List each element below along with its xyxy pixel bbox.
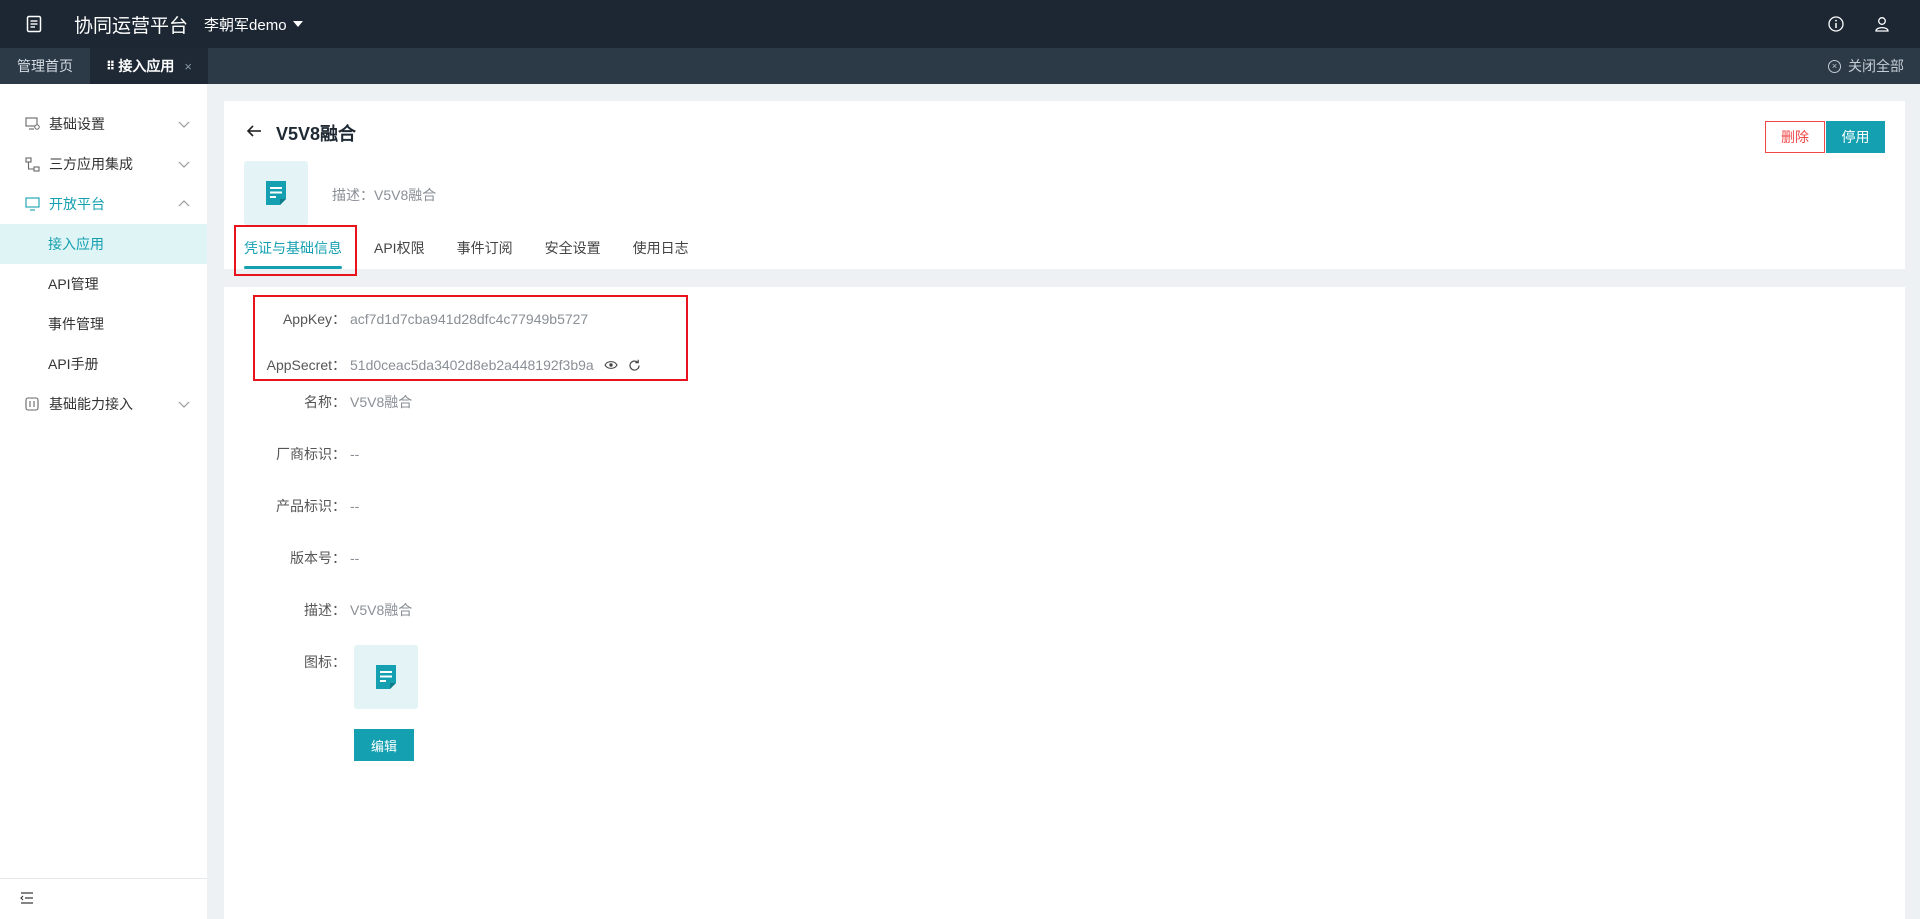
document-icon [266, 181, 286, 205]
caret-down-icon [292, 21, 303, 27]
disable-button[interactable]: 停用 [1826, 121, 1885, 153]
field-label: 名称： [304, 394, 346, 410]
close-all-tabs-button[interactable]: × 关闭全部 [1828, 48, 1904, 84]
chevron-down-icon [177, 397, 191, 411]
sidebar-group-label: 基础能力接入 [49, 396, 133, 412]
tab-access-app[interactable]: ⠿ 接入应用 × [90, 48, 208, 84]
platform-title: 协同运营平台 [74, 15, 189, 37]
menu-fold-icon [20, 891, 34, 907]
delete-button[interactable]: 删除 [1765, 121, 1825, 153]
version-value: -- [350, 550, 360, 566]
credentials-panel: AppKey： acf7d1d7cba941d28dfc4c77949b5727… [224, 287, 1905, 919]
sidebar-group-label: 三方应用集成 [49, 156, 133, 172]
back-arrow-icon[interactable] [244, 121, 264, 141]
tab-home[interactable]: 管理首页 [0, 48, 90, 84]
app-header-card: V5V8融合 删除 停用 描述：V5V8融合 凭证与基础信息 API权限 事件订… [224, 101, 1905, 269]
tab-usage-log[interactable]: 使用日志 [633, 237, 689, 269]
document-logo-icon[interactable] [24, 14, 44, 34]
field-label: 产品标识： [276, 498, 346, 514]
sidebar-item-access-app[interactable]: 接入应用 [0, 224, 207, 264]
sidebar-item-api-manual[interactable]: API手册 [0, 344, 207, 384]
tenant-switcher[interactable]: 李朝军demo [204, 14, 303, 35]
description-row: 描述： V5V8融合 [224, 600, 412, 620]
sidebar-item-api-manage[interactable]: API管理 [0, 264, 207, 304]
field-label: 图标： [304, 654, 346, 670]
sidebar-group-label: 基础设置 [49, 116, 105, 132]
name-value: V5V8融合 [350, 394, 413, 410]
sidebar-group-open-platform[interactable]: 开放平台 [0, 184, 207, 224]
collapse-sidebar-button[interactable] [0, 878, 207, 919]
page-title: V5V8融合 [276, 124, 357, 144]
vendor-value: -- [350, 446, 360, 462]
app-icon [244, 161, 308, 225]
field-label: 描述： [304, 602, 346, 618]
app-description: 描述：V5V8融合 [332, 185, 436, 205]
chevron-down-icon [177, 157, 191, 171]
sidebar-group-label: 开放平台 [49, 196, 105, 212]
chevron-down-icon [177, 117, 191, 131]
info-icon[interactable] [1826, 14, 1846, 34]
tab-label: 接入应用 [118, 58, 175, 74]
product-row: 产品标识： -- [224, 496, 359, 516]
chip-icon [24, 396, 40, 412]
sidebar-group-basic-capability[interactable]: 基础能力接入 [0, 384, 207, 424]
tab-security-settings[interactable]: 安全设置 [545, 237, 601, 269]
close-tab-icon[interactable]: × [184, 59, 192, 74]
field-label: 厂商标识： [276, 446, 346, 462]
highlight-box-tab [234, 225, 357, 276]
sidebar-group-basic-settings[interactable]: 基础设置 [0, 104, 207, 144]
description-label: 描述： [332, 187, 374, 203]
tab-label: 管理首页 [17, 58, 73, 74]
chevron-up-icon [177, 197, 191, 211]
tab-api-permissions[interactable]: API权限 [374, 237, 425, 269]
top-header: 协同运营平台 李朝军demo [0, 0, 1920, 48]
sidebar: 基础设置 三方应用集成 开放平台 接入应用 API管理 事件管理 API手册 基… [0, 84, 207, 919]
field-label: 版本号： [290, 550, 346, 566]
monitor-settings-icon [24, 116, 40, 132]
tab-event-subscription[interactable]: 事件订阅 [457, 237, 513, 269]
vendor-row: 厂商标识： -- [224, 444, 359, 464]
close-all-label: 关闭全部 [1848, 58, 1904, 74]
screen-icon [24, 196, 40, 212]
page-tabs-bar: 管理首页 ⠿ 接入应用 × × 关闭全部 [0, 48, 1920, 84]
document-icon [376, 665, 396, 689]
app-icon-preview [354, 645, 418, 709]
icon-row: 图标： [224, 652, 346, 672]
highlight-box-credentials [253, 295, 688, 381]
sidebar-item-event-manage[interactable]: 事件管理 [0, 304, 207, 344]
version-row: 版本号： -- [224, 548, 359, 568]
close-circle-icon: × [1828, 59, 1841, 73]
sidebar-group-third-party[interactable]: 三方应用集成 [0, 144, 207, 184]
name-row: 名称： V5V8融合 [224, 392, 412, 412]
tenant-name: 李朝军demo [204, 16, 287, 34]
user-icon[interactable] [1872, 14, 1892, 34]
grip-icon: ⠿ [106, 59, 115, 73]
flow-icon [24, 156, 40, 172]
product-value: -- [350, 498, 360, 514]
description-value: V5V8融合 [374, 187, 437, 203]
edit-button[interactable]: 编辑 [354, 729, 414, 761]
description-value: V5V8融合 [350, 602, 413, 618]
